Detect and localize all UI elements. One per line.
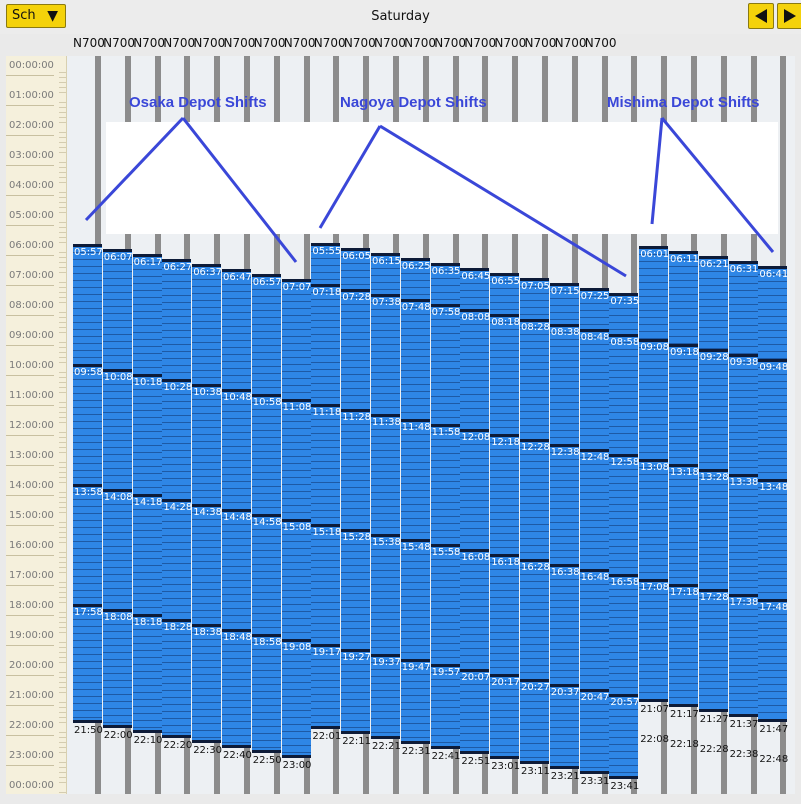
- mishima-pointer-left: [650, 117, 664, 225]
- osaka-pointer-left: [84, 116, 185, 222]
- mishima-pointer-right: [660, 117, 775, 253]
- nagoya-pointer-right: [379, 124, 627, 278]
- annotation-pointers: [84, 116, 775, 278]
- nagoya-pointer-left: [318, 125, 382, 229]
- osaka-pointer-right: [181, 117, 298, 263]
